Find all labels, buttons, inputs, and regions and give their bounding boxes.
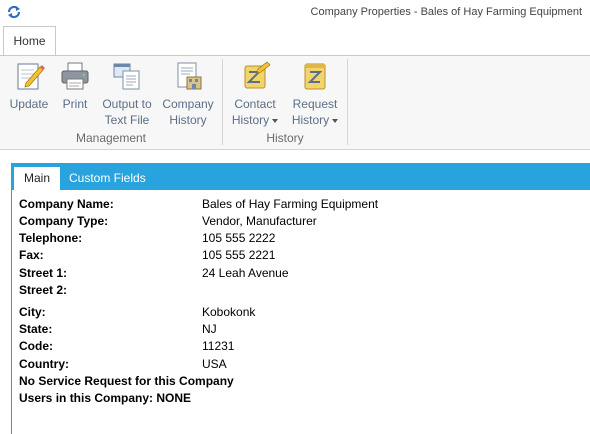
field-label: Company Type:: [19, 214, 109, 228]
field-label: Street 1:: [19, 266, 68, 280]
update-button[interactable]: Update: [6, 60, 52, 112]
printer-icon: [61, 62, 89, 90]
update-button-label: Update: [9, 97, 49, 111]
company-history-button[interactable]: Company History: [160, 60, 216, 128]
field-label: Fax:: [19, 248, 44, 262]
ribbon-tab-strip: Home: [0, 24, 590, 55]
field-value: Bales of Hay Farming Equipment: [202, 197, 379, 211]
field-value: USA: [202, 357, 227, 371]
management-group-label: Management: [75, 131, 147, 145]
company-history-label-2: History: [169, 113, 207, 127]
chevron-down-icon: [332, 118, 339, 123]
request-history-button[interactable]: Request History: [287, 60, 343, 128]
field-value: 105 555 2222: [202, 231, 276, 245]
contact-history-label-1: Contact: [234, 97, 276, 111]
field-value: 11231: [202, 339, 235, 353]
field-value: Vendor, Manufacturer: [202, 214, 317, 228]
update-icon: [17, 63, 45, 90]
company-history-icon: [177, 62, 202, 90]
tab-home[interactable]: Home: [3, 26, 56, 55]
print-button[interactable]: Print: [57, 60, 93, 112]
field-value: 24 Leah Avenue: [202, 266, 289, 280]
contact-history-icon: [244, 61, 271, 89]
output-to-text-file-label-2: Text File: [104, 113, 150, 127]
field-label: City:: [19, 305, 46, 319]
text-file-icon: [113, 63, 140, 90]
tab-main[interactable]: Main: [14, 167, 60, 190]
field-label: Country:: [19, 357, 69, 371]
management-group: Update Print Output to Text File Company…: [0, 56, 222, 150]
field-label: Code:: [19, 339, 53, 353]
tab-custom-fields[interactable]: Custom Fields: [69, 167, 146, 190]
request-history-icon: [304, 63, 326, 90]
field-value: NJ: [202, 322, 217, 336]
request-history-label-1: Request: [292, 97, 338, 111]
group-divider: [347, 59, 348, 145]
contact-history-label-2: History: [231, 113, 270, 127]
output-to-text-file-button[interactable]: Output to Text File: [98, 60, 156, 128]
contact-history-button[interactable]: Contact History: [227, 60, 283, 128]
window-title: Company Properties - Bales of Hay Farmin…: [310, 6, 582, 18]
note-text: Users in this Company: NONE: [19, 391, 192, 405]
field-label: Telephone:: [19, 231, 83, 245]
output-to-text-file-label-1: Output to: [102, 97, 152, 111]
note-text: No Service Request for this Company: [19, 374, 234, 388]
chevron-down-icon: [272, 118, 279, 123]
field-value: Kobokonk: [202, 305, 256, 319]
print-button-label: Print: [62, 97, 88, 111]
field-value: 105 555 2221: [202, 248, 276, 262]
content-tab-strip: Main Custom Fields: [12, 163, 590, 190]
field-label: State:: [19, 322, 53, 336]
title-bar: Company Properties - Bales of Hay Farmin…: [0, 0, 590, 24]
company-details-panel: Main Custom Fields Company Name: Bales o…: [11, 163, 590, 434]
company-history-label-1: Company: [162, 97, 214, 111]
field-label: Company Name:: [19, 197, 114, 211]
app-refresh-icon[interactable]: [6, 4, 22, 20]
history-group-label: History: [266, 131, 304, 145]
history-group: Contact History Request History History: [223, 56, 347, 150]
request-history-label-2: History: [291, 113, 330, 127]
ribbon: Update Print Output to Text File Company…: [0, 55, 590, 150]
field-label: Street 2:: [19, 283, 68, 297]
